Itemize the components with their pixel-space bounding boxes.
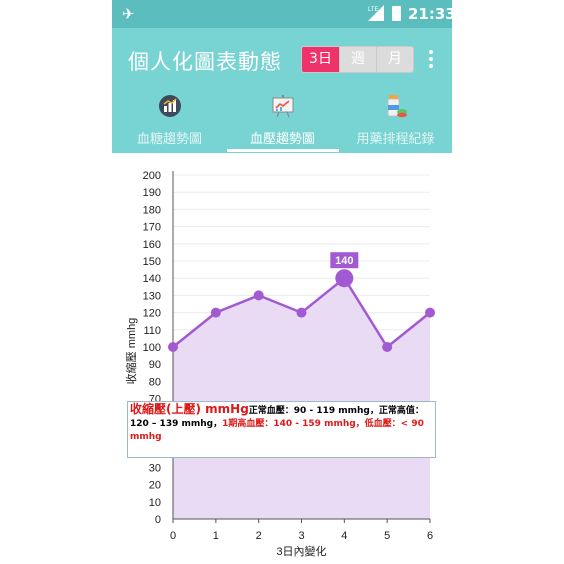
y-tick-label: 120 <box>143 308 161 320</box>
signal-icon: LTE <box>368 5 384 21</box>
y-tick-label: 140 <box>143 273 161 285</box>
x-tick-label: 3 <box>298 530 304 542</box>
data-point <box>382 342 393 352</box>
app-bar: 個人化圖表動態 3日 週 月 血糖趨勢圖 血壓趨勢圖 用藥排程紀錄 <box>112 28 452 153</box>
y-tick-label: 90 <box>149 359 161 371</box>
range-option-month[interactable]: 月 <box>376 47 413 72</box>
medicine-bottle-icon <box>387 95 407 118</box>
y-axis-label: 收縮壓 mmhg <box>124 318 138 385</box>
x-tick-label: 5 <box>384 530 390 542</box>
y-tick-label: 80 <box>149 376 161 388</box>
presentation-chart-icon <box>272 95 294 118</box>
y-tick-label: 130 <box>143 290 161 302</box>
data-point <box>168 342 178 352</box>
bar-chart-icon <box>159 95 181 117</box>
x-tick-label: 4 <box>341 530 347 542</box>
y-tick-label: 0 <box>155 514 161 526</box>
y-tick-label: 30 <box>149 462 161 474</box>
y-tick-label: 190 <box>143 187 161 199</box>
highlight-label: 140 <box>335 255 353 267</box>
y-tick-label: 180 <box>143 204 161 216</box>
tab-label-blood-sugar: 血糖趨勢圖 <box>136 132 202 147</box>
x-tick-label: 6 <box>427 530 433 542</box>
battery-icon <box>392 6 401 21</box>
tab-blood-sugar[interactable]: 血糖趨勢圖 <box>113 92 226 153</box>
y-tick-label: 20 <box>149 480 161 492</box>
tab-indicator <box>227 149 339 152</box>
status-time: 21:33 <box>408 5 452 23</box>
chart-panel: 0102030405060708090100110120130140150160… <box>112 153 452 564</box>
x-tick-label: 0 <box>170 530 176 542</box>
y-tick-label: 170 <box>143 222 161 234</box>
data-point <box>425 307 435 318</box>
range-option-week[interactable]: 週 <box>339 47 376 72</box>
info-title: 收縮壓(上壓) mmHg <box>130 402 249 416</box>
y-tick-label: 10 <box>149 497 161 509</box>
y-tick-label: 100 <box>143 342 161 354</box>
x-axis-label: 3日內變化 <box>276 544 326 558</box>
phone-screen: ✈ LTE 21:33 個人化圖表動態 3日 週 月 血糖趨勢圖 血壓趨勢圖 用… <box>112 0 452 564</box>
info-box: 收縮壓(上壓) mmHg正常血壓：90 - 119 mmhg，正常高值：120 … <box>127 401 436 458</box>
range-selector: 3日 週 月 <box>301 46 414 73</box>
data-point <box>335 269 354 288</box>
more-options-icon[interactable] <box>426 50 436 70</box>
blood-pressure-chart: 0102030405060708090100110120130140150160… <box>124 170 435 558</box>
app-notification-icon: ✈ <box>122 5 135 23</box>
tab-medication[interactable]: 用藥排程紀錄 <box>339 92 452 153</box>
y-tick-label: 200 <box>143 170 161 182</box>
data-point <box>210 307 221 318</box>
tab-label-medication: 用藥排程紀錄 <box>356 132 435 147</box>
data-point <box>296 307 307 318</box>
tab-label-blood-pressure: 血壓趨勢圖 <box>249 132 315 147</box>
tab-blood-pressure[interactable]: 血壓趨勢圖 <box>226 92 339 153</box>
page-title: 個人化圖表動態 <box>128 50 282 74</box>
range-option-3day[interactable]: 3日 <box>302 47 339 72</box>
x-tick-label: 1 <box>213 530 219 542</box>
network-label: LTE <box>368 7 379 13</box>
y-tick-label: 160 <box>143 239 161 251</box>
x-tick-label: 2 <box>256 530 262 542</box>
y-tick-label: 110 <box>143 325 161 337</box>
data-point <box>253 290 264 301</box>
status-bar: ✈ LTE 21:33 <box>112 0 452 28</box>
y-tick-label: 150 <box>143 256 161 268</box>
